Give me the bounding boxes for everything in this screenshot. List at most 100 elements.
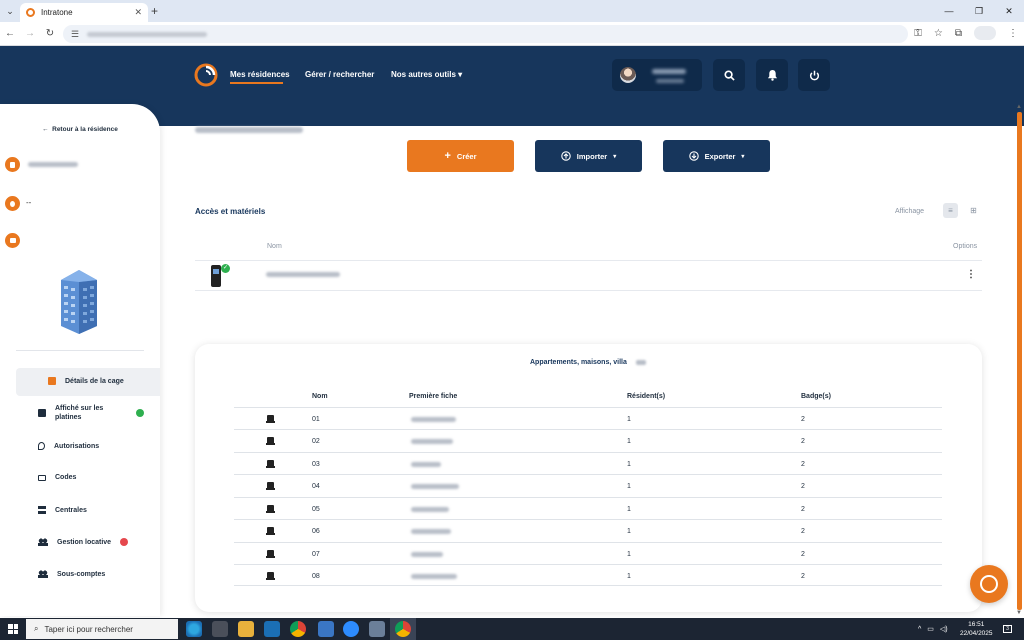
list-view-button[interactable]: ≡ [943, 203, 958, 218]
table-row[interactable]: 08 1 2 [234, 564, 942, 586]
title-redacted [636, 360, 646, 365]
sidebar-item-codes[interactable]: Codes [38, 474, 76, 481]
forward-arrow-icon[interactable]: → [20, 28, 40, 39]
network-app-icon[interactable] [369, 621, 385, 637]
taskbar-clock[interactable]: 16:51 22/04/2025 [960, 620, 993, 638]
intercom-device-icon [211, 265, 221, 287]
taskbar-search-input[interactable]: ⌕ Taper ici pour rechercher [26, 619, 178, 639]
minimize-button[interactable]: — [934, 0, 964, 22]
grid-view-button[interactable]: ⊞ [966, 203, 981, 218]
bookmark-star-icon[interactable]: ☆ [934, 28, 943, 39]
sidebar-item-sous-comptes[interactable]: Sous-comptes [38, 570, 105, 578]
chat-support-button[interactable] [970, 565, 1008, 603]
clock-date: 22/04/2025 [960, 630, 993, 637]
create-button[interactable]: + Créer [407, 140, 514, 172]
comment-icon[interactable] [5, 233, 20, 248]
residence-bookmark-icon[interactable] [5, 157, 20, 172]
nav-gerer-rechercher[interactable]: Gérer / rechercher [305, 70, 374, 79]
nav-mes-residences[interactable]: Mes résidences [230, 70, 290, 79]
chat-bubble-icon [980, 575, 998, 593]
device-name-redacted[interactable] [266, 272, 340, 277]
user-role-redacted [656, 79, 684, 83]
site-info-icon[interactable]: ☰ [71, 29, 79, 40]
volume-icon[interactable]: ◁) [940, 625, 948, 633]
apt-residents: 1 [627, 416, 631, 423]
apt-residents: 1 [627, 483, 631, 490]
close-window-button[interactable]: ✕ [994, 0, 1024, 22]
apt-residents: 1 [627, 528, 631, 535]
restore-button[interactable]: ❐ [964, 0, 994, 22]
system-tray: ^ ▭ ◁) [918, 618, 948, 640]
apartment-icon [266, 527, 275, 535]
password-key-icon[interactable]: ⚿ [914, 28, 922, 39]
first-record-redacted [411, 507, 449, 512]
teams-icon[interactable] [318, 621, 334, 637]
apt-name: 01 [312, 416, 320, 423]
task-view-icon[interactable] [212, 621, 228, 637]
search-button[interactable] [713, 59, 745, 91]
scroll-up-arrow-icon[interactable]: ▲ [1016, 104, 1022, 110]
plus-icon: + [444, 150, 451, 162]
export-button[interactable]: Exporter ▾ [663, 140, 770, 172]
table-row[interactable]: 05 1 2 [234, 497, 942, 519]
table-row[interactable]: 02 1 2 [234, 429, 942, 451]
apartment-icon [266, 415, 275, 423]
tab-search-icon[interactable]: ⌄ [0, 6, 20, 17]
logout-button[interactable] [798, 59, 830, 91]
reload-icon[interactable]: ↻ [40, 28, 60, 39]
col-nom: Nom [312, 393, 328, 400]
display-mode-label: Affichage [895, 208, 925, 215]
intratone-favicon-icon [26, 8, 35, 17]
outlook-icon[interactable] [264, 621, 280, 637]
tab-close-icon[interactable]: ✕ [134, 7, 142, 18]
notifications-button[interactable] [756, 59, 788, 91]
location-pin-icon[interactable] [5, 196, 20, 211]
sidebar-item-details[interactable]: Détails de la cage [48, 377, 124, 385]
residence-name-redacted [28, 162, 78, 167]
page-title-redacted [195, 127, 303, 133]
table-row[interactable]: 06 1 2 [234, 519, 942, 541]
windows-start-icon[interactable] [8, 624, 18, 634]
notification-center-icon[interactable]: 3 [1003, 618, 1012, 640]
grid-icon: ⊞ [970, 206, 977, 215]
toolbar-icons: ⚿ ☆ ⧉ ⋮ [914, 26, 1018, 40]
new-tab-button[interactable]: + [151, 4, 158, 18]
windows-taskbar: ⌕ Taper ici pour rechercher ^ ▭ ◁) 16:51… [0, 618, 1024, 640]
table-row[interactable]: 04 1 2 [234, 474, 942, 496]
browser-tab[interactable]: Intratone ✕ [20, 3, 148, 22]
apartment-icon [266, 505, 275, 513]
caret-down-icon: ▾ [458, 70, 463, 79]
chrome-active-app-icon[interactable] [395, 621, 411, 637]
browser-menu-icon[interactable]: ⋮ [1008, 28, 1018, 39]
window-controls: — ❐ ✕ [934, 0, 1024, 22]
table-row[interactable]: 01 1 2 [234, 407, 942, 429]
profile-avatar[interactable] [974, 26, 996, 40]
url-input[interactable]: ☰ [63, 25, 908, 43]
sidebar-item-gestion-locative[interactable]: Gestion locative [38, 538, 111, 546]
first-record-redacted [411, 462, 441, 467]
back-arrow-icon[interactable]: ← [0, 28, 20, 39]
row-options-kebab-icon[interactable]: ⋮ [966, 269, 976, 280]
import-button[interactable]: Importer ▾ [535, 140, 642, 172]
chrome-app-icon[interactable] [290, 621, 306, 637]
extensions-icon[interactable]: ⧉ [955, 28, 962, 39]
sidebar-item-autorisations[interactable]: Autorisations [38, 442, 99, 450]
page-scrollbar[interactable] [1017, 112, 1022, 610]
table-row[interactable]: 07 1 2 [234, 542, 942, 564]
back-to-residence-link[interactable]: ← Retour à la résidence [42, 126, 118, 133]
apt-badges: 2 [801, 438, 805, 445]
sidebar-item-platines[interactable]: Affiché sur les platines [38, 404, 128, 422]
table-row[interactable]: 03 1 2 [234, 452, 942, 474]
nav-active-indicator [230, 82, 283, 84]
apt-residents: 1 [627, 551, 631, 558]
tray-chevron-icon[interactable]: ^ [918, 626, 921, 633]
intratone-logo-icon[interactable] [194, 63, 218, 87]
sidebar-item-centrales[interactable]: Centrales [38, 506, 87, 514]
nav-autres-outils[interactable]: Nos autres outils ▾ [391, 70, 462, 79]
network-icon[interactable]: ▭ [927, 625, 934, 633]
scroll-down-arrow-icon[interactable]: ▼ [1016, 610, 1022, 616]
edge-app-icon[interactable] [186, 621, 202, 637]
zoom-icon[interactable] [343, 621, 359, 637]
file-explorer-icon[interactable] [238, 621, 254, 637]
tab-title: Intratone [41, 8, 73, 17]
